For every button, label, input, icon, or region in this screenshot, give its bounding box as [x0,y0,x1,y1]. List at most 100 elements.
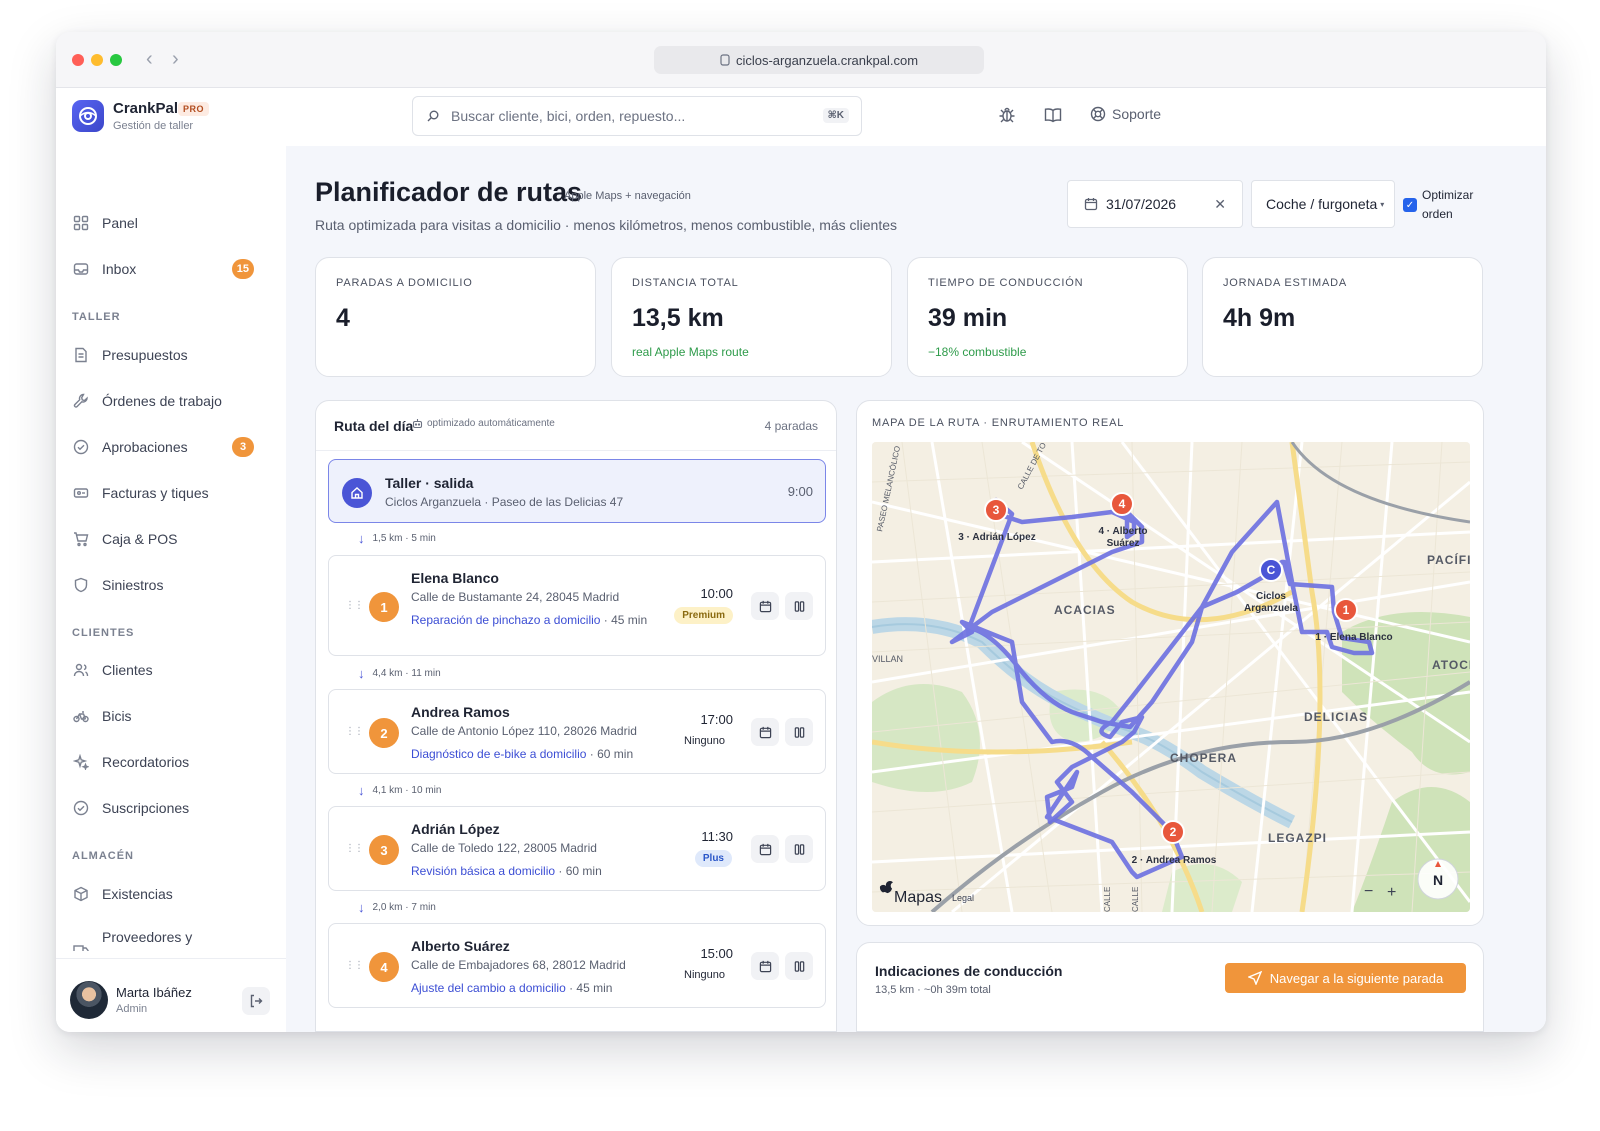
schedule-button[interactable] [751,718,779,746]
stop-service: Diagnóstico de e-bike a domicilio · 60 m… [411,745,711,763]
street-label: VILLAN [872,654,903,664]
columns-icon [794,843,804,855]
sidebar-item-panel[interactable]: Panel [72,206,270,240]
sidebar-item-caja-pos[interactable]: Caja & POS [72,522,270,556]
route-stop-1[interactable]: ⋮⋮ 1 Elena Blanco Calle de Bustamante 24… [328,555,826,656]
route-stop-4[interactable]: ⋮⋮ 4 Alberto Suárez Calle de Embajadores… [328,923,826,1008]
sidebar-item-facturas[interactable]: Facturas y tiques [72,476,270,510]
district-label: PACÍFIC [1427,552,1470,567]
depot-start-row[interactable]: Taller · salida Ciclos Arganzuela · Pase… [328,459,826,523]
receipt-icon [72,484,90,502]
calendar-icon [759,843,771,855]
vehicle-value: Coche / furgoneta [1266,196,1378,212]
sidebar: CrankPal PRO Gestión de taller Panel Inb… [56,88,286,1032]
pro-badge: PRO [178,102,210,116]
sidebar-item-suscripciones[interactable]: Suscripciones [72,791,270,825]
sidebar-item-presupuestos[interactable]: Presupuestos [72,338,270,372]
service-link[interactable]: Ajuste del cambio a domicilio [411,981,566,995]
columns-button[interactable] [785,592,813,620]
driving-directions-card: Indicaciones de conducción 13,5 km · ~0h… [856,942,1484,1032]
stop-address: Calle de Embajadores 68, 28012 Madrid [411,958,626,972]
zoom-in-button[interactable]: + [1387,884,1396,901]
sidebar-item-recordatorios[interactable]: Recordatorios [72,745,270,779]
forward-arrow-icon[interactable]: › [172,48,179,71]
stop-number: 3 [369,835,399,865]
sparkle-icon [72,753,90,771]
zoom-out-button[interactable]: − [1364,883,1373,900]
stop-address: Calle de Antonio López 110, 28026 Madrid [411,724,637,738]
map-legal-link[interactable]: Legal [952,893,974,903]
drag-handle-icon[interactable]: ⋮⋮ [345,843,364,854]
support-button[interactable]: Soporte [1090,106,1161,122]
park-area [872,684,980,792]
date-picker[interactable]: 31/07/2026 ✕ [1067,180,1243,228]
sidebar-item-existencias[interactable]: Existencias [72,877,270,911]
service-link[interactable]: Diagnóstico de e-bike a domicilio [411,747,586,761]
back-arrow-icon[interactable]: ‹ [146,48,153,71]
route-list-header: Ruta del día optimizado automáticamente … [316,401,836,451]
clear-date-icon[interactable]: ✕ [1214,196,1226,213]
route-stop-3[interactable]: ⋮⋮ 3 Adrián López Calle de Toledo 122, 2… [328,806,826,891]
stop-address: Calle de Bustamante 24, 28045 Madrid [411,590,620,604]
sidebar-item-proveedores[interactable]: Proveedores y [72,923,270,951]
address-bar[interactable]: ciclos-arganzuela.crankpal.com [654,46,984,74]
sidebar-item-siniestros[interactable]: Siniestros [72,568,270,602]
stop-customer-name: Adrián López [411,821,500,837]
sidebar-item-clientes[interactable]: Clientes [72,653,270,687]
drag-handle-icon[interactable]: ⋮⋮ [345,726,364,737]
columns-button[interactable] [785,835,813,863]
minimize-window-button[interactable] [91,54,103,66]
compass-icon[interactable]: N [1417,858,1459,900]
logout-button[interactable] [242,987,270,1015]
sidebar-item-ordenes[interactable]: Órdenes de trabajo [72,384,270,418]
kpi-label: TIEMPO DE CONDUCCIÓN [928,277,1084,289]
date-value: 31/07/2026 [1106,196,1177,212]
shield-icon [72,576,90,594]
close-window-button[interactable] [72,54,84,66]
sidebar-item-bicis[interactable]: Bicis [72,699,270,733]
calendar-icon [1084,198,1098,211]
optimize-order-label[interactable]: Optimizar orden [1422,186,1482,224]
service-link[interactable]: Reparación de pinchazo a domicilio [411,613,600,627]
columns-icon [794,726,804,738]
sidebar-item-aprobaciones[interactable]: Aprobaciones 3 [72,430,270,464]
service-link[interactable]: Revisión básica a domicilio [411,864,555,878]
avatar[interactable] [70,981,108,1019]
maximize-window-button[interactable] [110,54,122,66]
compass-label: N [1433,872,1443,888]
calendar-icon [759,960,771,972]
navigate-next-stop-button[interactable]: Navegar a la siguiente parada [1225,963,1466,993]
map-canvas[interactable]: ACACIAS DELICIAS CHOPERA LEGAZPI PACÍFIC… [872,442,1470,912]
sidebar-item-label: Bicis [102,708,132,724]
search-placeholder: Buscar cliente, bici, orden, repuesto... [451,108,686,124]
columns-button[interactable] [785,718,813,746]
route-map[interactable]: ACACIAS DELICIAS CHOPERA LEGAZPI PACÍFIC… [872,442,1470,912]
drag-handle-icon[interactable]: ⋮⋮ [345,600,364,611]
sidebar-item-label: Existencias [102,886,173,902]
crankpal-logo-icon[interactable] [72,100,104,132]
vehicle-select[interactable]: Coche / furgoneta ▾ [1251,180,1395,228]
schedule-button[interactable] [751,592,779,620]
search-input[interactable]: Buscar cliente, bici, orden, repuesto...… [412,96,862,136]
optimize-order-checkbox[interactable]: ✓ [1403,198,1417,212]
schedule-button[interactable] [751,952,779,980]
approvals-count-badge: 3 [232,437,254,457]
kpi-card-distance: DISTANCIA TOTAL 13,5 km real Apple Maps … [611,257,892,377]
route-stop-2[interactable]: ⋮⋮ 2 Andrea Ramos Calle de Antonio López… [328,689,826,774]
leg-info: ↓ 1,5 km · 5 min [358,531,436,546]
marker-number: 1 [1343,603,1350,617]
sidebar-item-label: Presupuestos [102,347,188,363]
columns-button[interactable] [785,952,813,980]
kpi-value: 4 [336,304,350,332]
sidebar-item-inbox[interactable]: Inbox 15 [72,252,270,286]
arrow-down-icon: ↓ [358,531,365,546]
bug-icon[interactable] [998,106,1016,129]
book-icon[interactable] [1044,106,1062,129]
sidebar-item-label: Proveedores y [102,929,193,945]
drag-handle-icon[interactable]: ⋮⋮ [345,960,364,971]
marker-caption: Suárez [1107,538,1140,549]
maps-logo-text: Mapas [894,889,942,906]
schedule-button[interactable] [751,835,779,863]
leg-label: 4,1 km · 10 min [372,785,442,796]
marker-number: 2 [1170,825,1177,839]
